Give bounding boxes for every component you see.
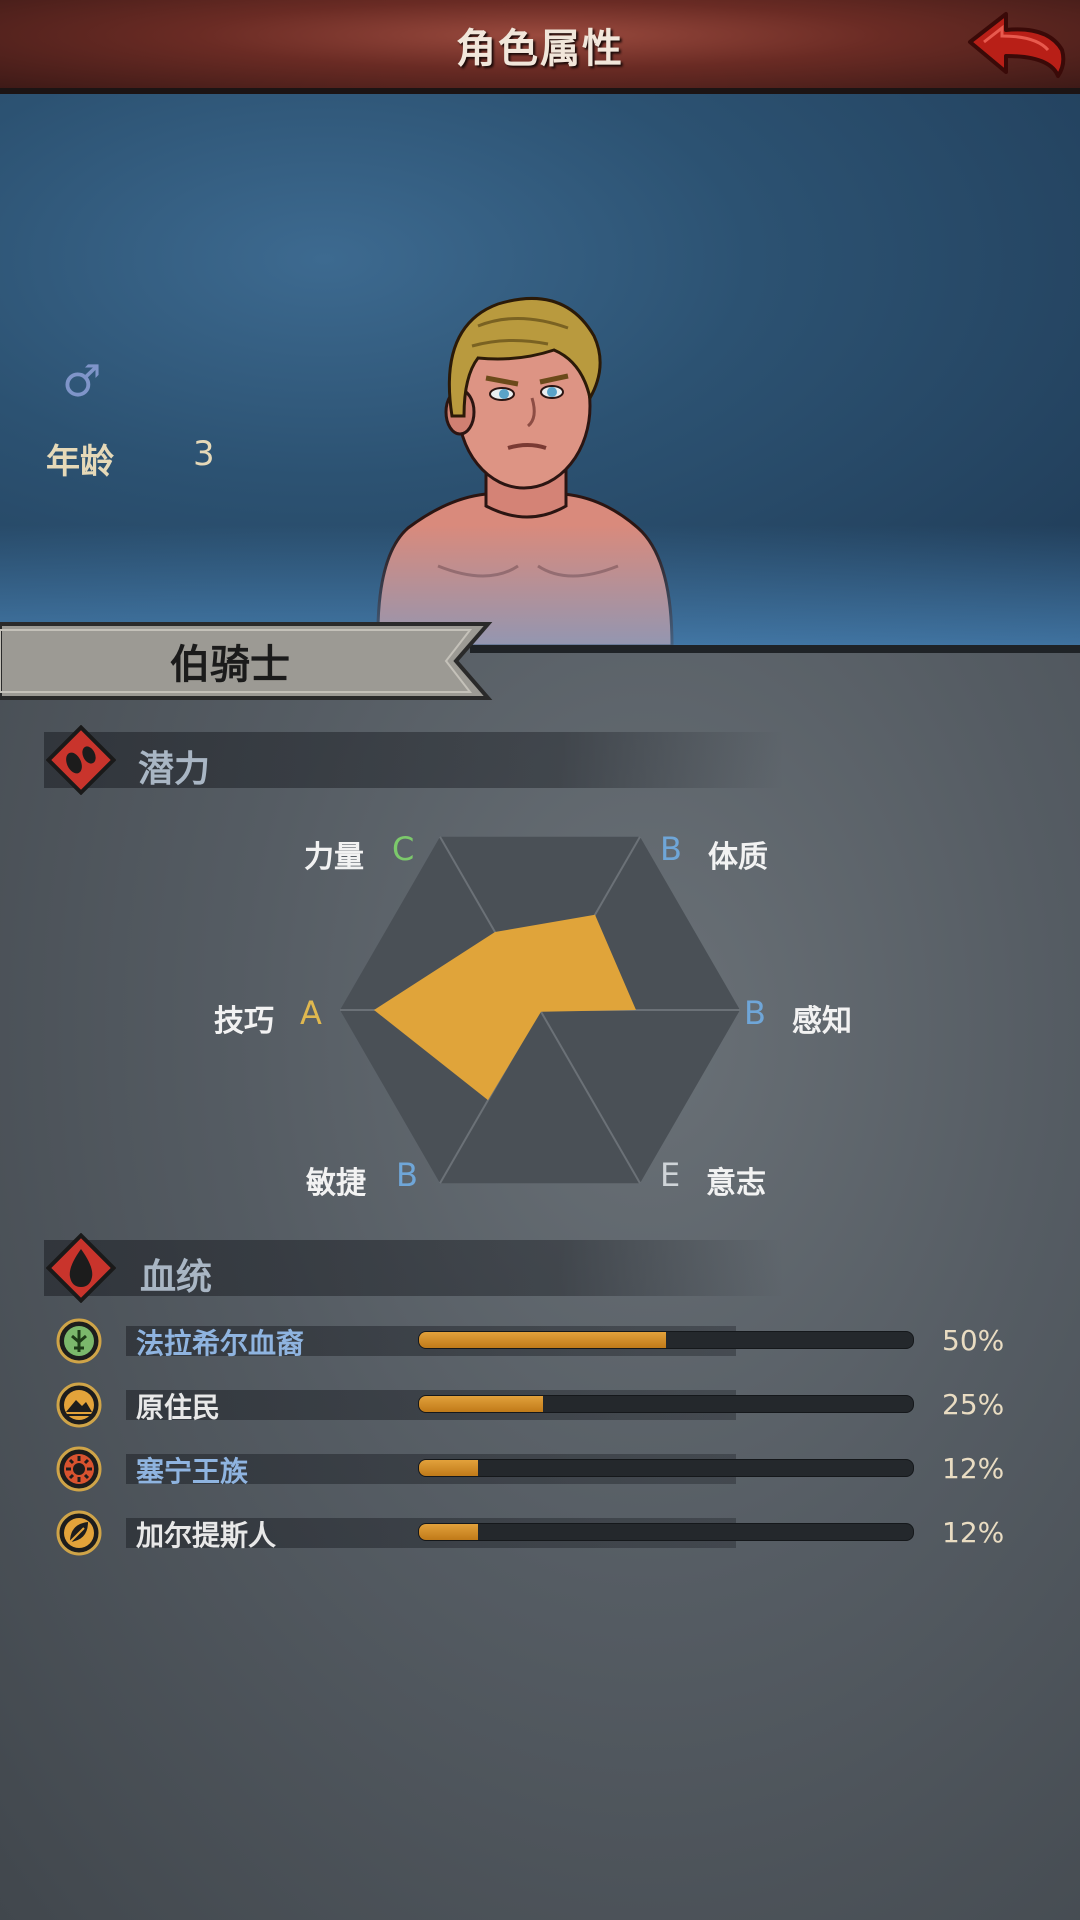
bloodline-name: 塞宁王族 (136, 1455, 249, 1488)
bloodline-percent: 25% (942, 1388, 1005, 1421)
tree-emblem-icon (56, 1318, 102, 1364)
bloodline-name: 法拉希尔血裔 (136, 1327, 305, 1360)
bloodline-progress-bar (418, 1395, 914, 1413)
bloodline-row: 加尔提斯人 12% (56, 1510, 1026, 1560)
stat-will-name: 意志 (706, 1166, 766, 1201)
stat-perception-grade: B (744, 994, 766, 1032)
bloodline-row: 原住民 25% (56, 1382, 1026, 1432)
character-portrait (376, 296, 674, 645)
stat-perception-name: 感知 (792, 1004, 852, 1039)
bloodline-percent: 12% (942, 1516, 1005, 1549)
blood-drop-icon (46, 1233, 116, 1303)
stat-will-grade: E (660, 1156, 681, 1194)
page-title: 角色属性 (456, 26, 624, 72)
stat-strength-name: 力量 (304, 840, 364, 875)
bloodline-name: 原住民 (136, 1391, 221, 1424)
stat-constitution-grade: B (660, 830, 682, 868)
sun-emblem-icon (56, 1446, 102, 1492)
bloodline-progress-bar (418, 1331, 914, 1349)
stat-agility-grade: B (396, 1156, 418, 1194)
potential-title: 潜力 (138, 749, 211, 790)
stat-agility-name: 敏捷 (306, 1166, 366, 1201)
age-value: 3 (193, 434, 215, 474)
stat-constitution-name: 体质 (708, 840, 768, 875)
portrait-area: ♂ 年龄 3 (0, 94, 1080, 645)
leaf-emblem-icon (56, 1510, 102, 1556)
rank-title: 伯骑士 (170, 642, 290, 688)
footprint-icon (46, 725, 116, 795)
age-label: 年龄 (46, 442, 114, 482)
bloodline-percent: 50% (942, 1324, 1005, 1357)
mountain-emblem-icon (56, 1382, 102, 1428)
bloodline-row: 法拉希尔血裔 50% (56, 1318, 1026, 1368)
bloodline-name: 加尔提斯人 (136, 1519, 277, 1552)
bloodline-percent: 12% (942, 1452, 1005, 1485)
stat-skill-name: 技巧 (214, 1004, 274, 1039)
top-bar: 角色属性 (0, 0, 1080, 94)
stat-skill-grade: A (300, 994, 322, 1032)
stat-strength-grade: C (392, 830, 415, 868)
male-symbol-icon: ♂ (62, 356, 102, 407)
bloodline-row: 塞宁王族 12% (56, 1446, 1026, 1496)
bloodline-progress-bar (418, 1459, 914, 1477)
back-arrow-icon[interactable] (962, 6, 1072, 84)
potential-radar-chart (340, 836, 740, 1184)
bloodline-progress-bar (418, 1523, 914, 1541)
bloodline-title: 血统 (140, 1257, 213, 1298)
panel-divider (470, 645, 1080, 653)
